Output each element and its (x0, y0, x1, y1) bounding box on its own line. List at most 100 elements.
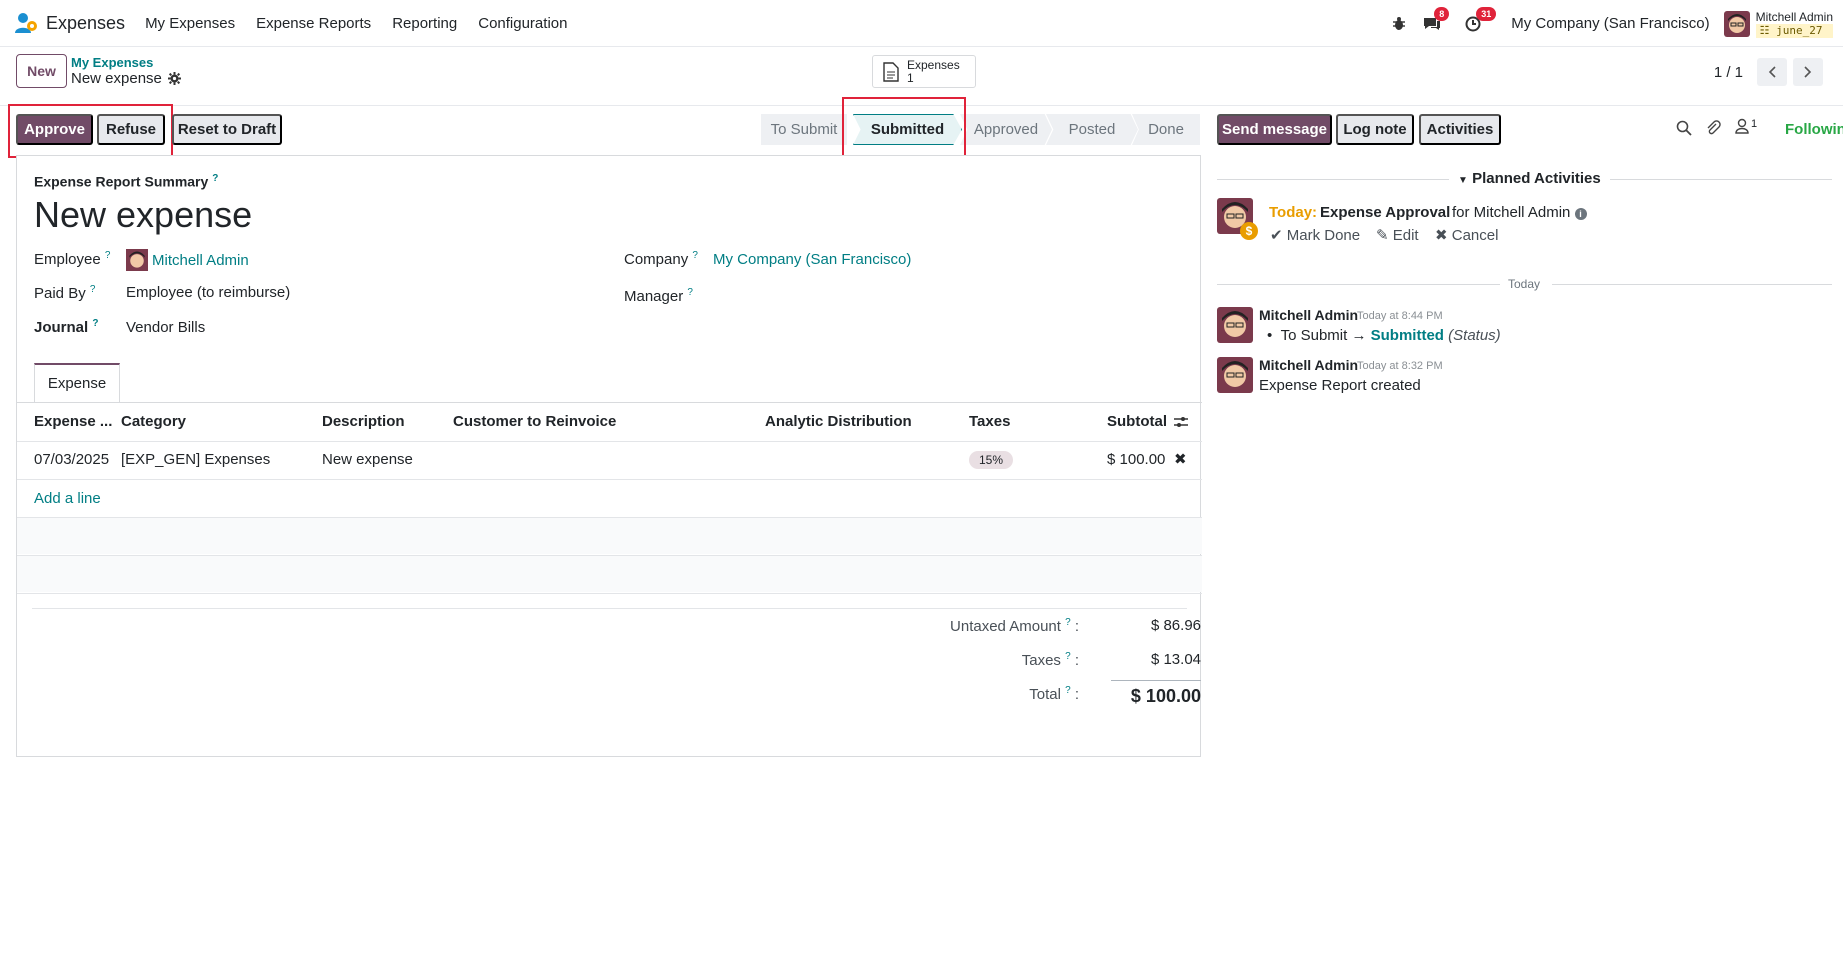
pager-next-button[interactable] (1793, 58, 1823, 86)
expenses-app-icon[interactable] (14, 11, 38, 35)
col-analytic[interactable]: Analytic Distribution (765, 413, 912, 430)
status-to-submit[interactable]: To Submit (761, 114, 847, 145)
col-description[interactable]: Description (322, 413, 405, 430)
log-note-button[interactable]: Log note (1336, 114, 1414, 145)
breadcrumb-parent[interactable]: My Expenses (71, 55, 153, 70)
status-done[interactable]: Done (1132, 114, 1200, 145)
debug-bug-icon[interactable] (1391, 16, 1407, 32)
menu-expense-reports[interactable]: Expense Reports (256, 15, 371, 32)
row-divider (17, 593, 1202, 594)
row-divider (17, 479, 1202, 480)
total-value: $ 100.00 (1130, 686, 1201, 706)
pager-previous-button[interactable] (1757, 58, 1787, 86)
refuse-button[interactable]: Refuse (97, 114, 165, 145)
followers-button[interactable]: 1 (1735, 118, 1757, 134)
message-time: Today at 8:44 PM (1357, 310, 1443, 322)
status-posted[interactable]: Posted (1046, 114, 1138, 145)
untaxed-amount-value: $ 86.96 (1150, 617, 1201, 634)
planned-divider-right (1610, 179, 1832, 180)
menu-my-expenses[interactable]: My Expenses (145, 15, 235, 32)
employee-value[interactable]: Mitchell Admin (152, 252, 249, 269)
expenses-smart-button[interactable]: Expenses 1 (872, 55, 976, 88)
total-rule (1111, 680, 1201, 681)
check-icon: ✔ (1270, 227, 1283, 244)
company-switcher[interactable]: My Company (San Francisco) (1511, 15, 1709, 32)
info-icon[interactable]: i (1574, 208, 1587, 220)
x-icon: ✖ (1435, 227, 1448, 244)
caret-down-icon: ▼ (1458, 175, 1468, 186)
tab-expense[interactable]: Expense (34, 363, 120, 403)
edit-activity-button[interactable]: ✎ Edit (1376, 226, 1419, 244)
col-category[interactable]: Category (121, 413, 186, 430)
activities-clock-icon[interactable]: 31 (1465, 6, 1497, 32)
activities-count-badge: 31 (1476, 6, 1497, 21)
mark-done-button[interactable]: ✔ Mark Done (1270, 226, 1360, 244)
pager-value[interactable]: 1 / 1 (1714, 64, 1743, 81)
taxes-value: $ 13.04 (1150, 651, 1201, 668)
report-title[interactable]: New expense (34, 194, 252, 236)
employee-avatar (126, 249, 148, 271)
status-approved[interactable]: Approved (960, 114, 1052, 145)
user-menu[interactable]: Mitchell Admin ☷ june_27 (1723, 9, 1833, 38)
cell-category: [EXP_GEN] Expenses (121, 451, 271, 468)
chevron-left-icon (1768, 66, 1776, 78)
company-field[interactable]: My Company (San Francisco) (713, 251, 911, 268)
manager-label: Manager ? (624, 287, 693, 305)
person-icon (1735, 118, 1749, 134)
smart-button-label: Expenses (907, 57, 960, 72)
top-navbar: Expenses My Expenses Expense Reports Rep… (0, 0, 1843, 47)
smart-button-count: 1 (907, 70, 914, 85)
date-separator: Today (1508, 277, 1541, 291)
following-button[interactable]: Following (1785, 121, 1843, 138)
highlight-status-box (842, 97, 966, 159)
col-taxes[interactable]: Taxes (969, 413, 1010, 430)
messages-icon[interactable]: 8 (1423, 6, 1450, 32)
tracking-change: • To Submit → Submitted (Status) (1267, 327, 1501, 344)
activities-button[interactable]: Activities (1419, 114, 1501, 145)
date-divider-left (1217, 284, 1500, 285)
message-avatar (1217, 307, 1253, 343)
gear-icon[interactable] (167, 72, 181, 85)
date-divider-right (1552, 284, 1832, 285)
employee-field[interactable]: Mitchell Admin (126, 249, 249, 271)
taxes-label: Taxes ? : (1021, 651, 1079, 669)
activity-assignee: for Mitchell Admin i (1452, 204, 1587, 221)
activity-type-dollar-icon: $ (1240, 222, 1258, 240)
col-customer[interactable]: Customer to Reinvoice (453, 413, 616, 430)
paperclip-icon[interactable] (1705, 120, 1721, 136)
menu-configuration[interactable]: Configuration (478, 15, 567, 32)
journal-label: Journal ? (34, 318, 99, 336)
planned-activities-toggle[interactable]: ▼ Planned Activities (1458, 170, 1601, 187)
message-author[interactable]: Mitchell Admin (1259, 357, 1358, 373)
followers-count: 1 (1751, 118, 1758, 130)
app-name[interactable]: Expenses (46, 13, 125, 34)
pencil-icon: ✎ (1376, 227, 1389, 244)
new-button[interactable]: New (16, 54, 67, 88)
totals-divider (32, 608, 1187, 609)
activity-due-label: Today: (1269, 204, 1318, 221)
cancel-activity-button[interactable]: ✖ Cancel (1435, 226, 1498, 244)
delete-row-icon[interactable]: ✖ (1174, 450, 1187, 468)
database-tag: ☷ june_27 (1755, 23, 1833, 38)
chevron-right-icon (1804, 66, 1812, 78)
summary-label: Expense Report Summary ? (34, 173, 219, 190)
message-time: Today at 8:32 PM (1357, 360, 1443, 372)
paid-by-field[interactable]: Employee (to reimburse) (126, 284, 290, 301)
search-icon[interactable] (1676, 120, 1692, 136)
tab-divider (17, 402, 1202, 403)
column-settings-icon[interactable] (1174, 415, 1188, 429)
activity-name: Expense Approval (1320, 204, 1451, 221)
menu-reporting[interactable]: Reporting (392, 15, 457, 32)
col-subtotal[interactable]: Subtotal (1107, 413, 1167, 430)
reset-to-draft-button[interactable]: Reset to Draft (172, 114, 282, 145)
message-author[interactable]: Mitchell Admin (1259, 307, 1358, 323)
add-line-link[interactable]: Add a line (34, 490, 101, 507)
journal-field[interactable]: Vendor Bills (126, 319, 205, 336)
cell-subtotal: $ 100.00 (1107, 451, 1166, 468)
col-expense-date[interactable]: Expense ... (34, 413, 112, 430)
approve-button[interactable]: Approve (16, 114, 93, 145)
company-label: Company ? (624, 250, 698, 268)
message-avatar (1217, 357, 1253, 393)
user-name: Mitchell Admin (1755, 9, 1833, 24)
send-message-button[interactable]: Send message (1217, 114, 1332, 145)
